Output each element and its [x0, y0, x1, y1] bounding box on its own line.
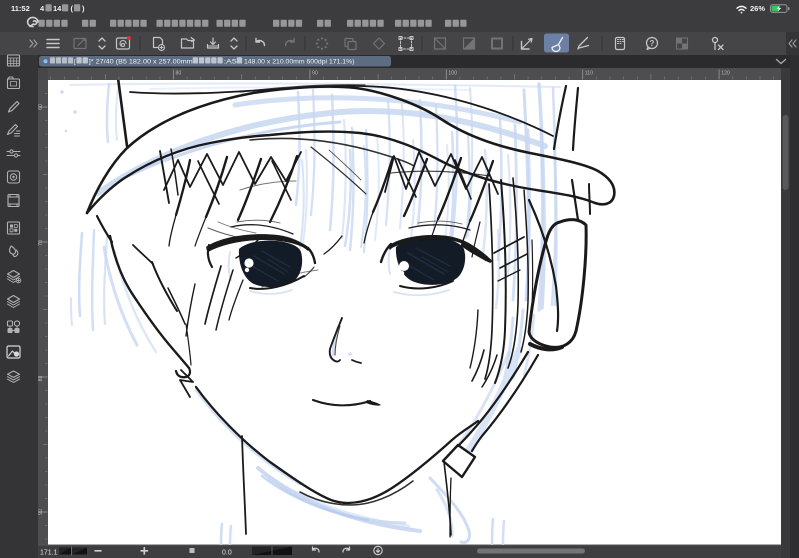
svg-text:90: 90 [312, 71, 318, 77]
svg-text:100: 100 [448, 71, 457, 77]
svg-text:171.1: 171.1 [40, 550, 58, 557]
svg-text:70: 70 [38, 240, 44, 246]
svg-text:11:52: 11:52 [11, 4, 30, 13]
svg-text:120: 120 [721, 71, 730, 77]
svg-text:110: 110 [585, 71, 593, 77]
svg-text:26%: 26% [750, 4, 765, 13]
svg-text::A5: :A5 [224, 58, 238, 65]
svg-text:90: 90 [38, 509, 44, 515]
svg-text:]* 27/40 (B5 182.00 x 257.00mm: ]* 27/40 (B5 182.00 x 257.00mm [89, 58, 193, 65]
svg-text:[: [ [74, 58, 76, 65]
svg-text:0.0: 0.0 [222, 550, 232, 557]
svg-text:60: 60 [38, 104, 44, 110]
svg-text:80: 80 [38, 376, 44, 382]
svg-text:80: 80 [176, 71, 182, 77]
svg-text:?: ? [650, 39, 655, 48]
svg-text:148.00 x 210.00mm 600dpi 171.1: 148.00 x 210.00mm 600dpi 171.1%) [244, 58, 355, 65]
svg-text:14: 14 [53, 4, 62, 13]
